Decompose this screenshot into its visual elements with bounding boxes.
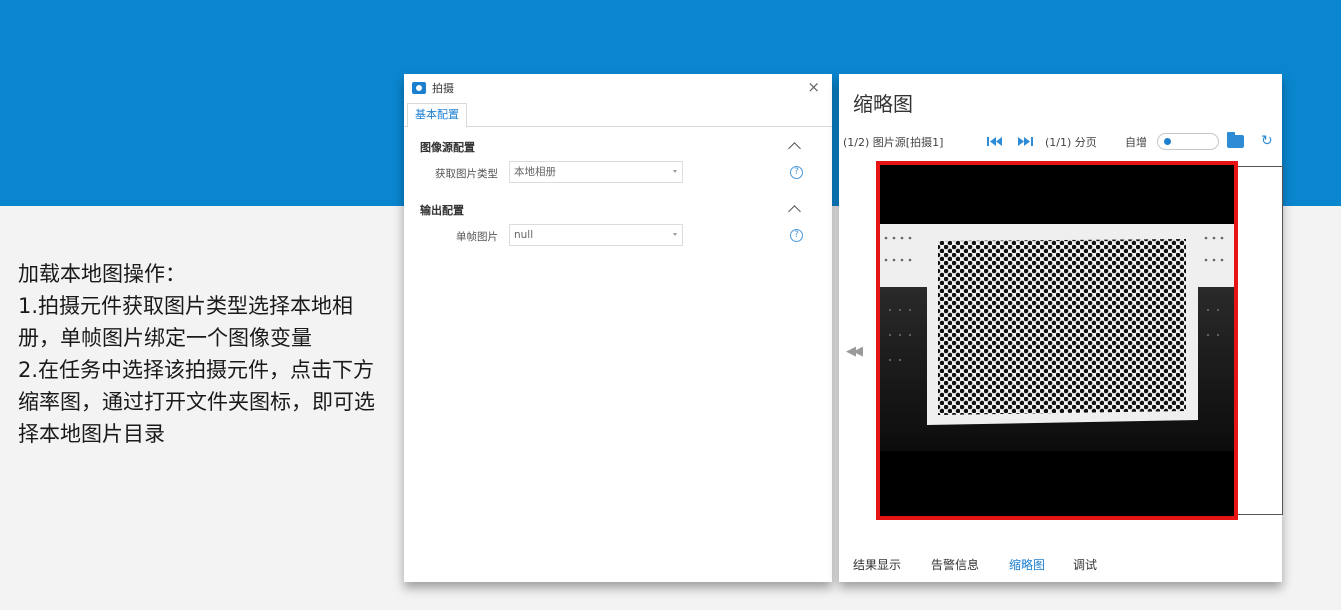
tab-results[interactable]: 结果显示 [853,556,901,573]
auto-increment-toggle[interactable] [1157,133,1219,150]
toggle-knob [1164,138,1171,145]
checkerboard-image [880,165,1234,516]
section-image-source-title: 图像源配置 [420,141,475,154]
tab-thumbnail[interactable]: 缩略图 [1009,556,1045,573]
field-label-image-type: 获取图片类型 [435,168,498,180]
thumbnail-image[interactable] [876,161,1238,520]
instruction-text: 加载本地图操作： 1.拍摄元件获取图片类型选择本地相册，单帧图片绑定一个图像变量… [18,262,375,446]
help-icon[interactable]: ? [790,166,803,179]
paging-indicator: (1/1) 分页 [1045,136,1097,149]
refresh-icon[interactable]: ↻ [1261,133,1273,149]
thumbnail-toolbar: (1/2) 图片源[拍摄1] (1/1) 分页 自增 ↻ [843,132,1279,151]
field-label-single-frame: 单帧图片 [456,231,498,243]
collapse-image-source-icon[interactable] [788,142,801,155]
tab-basic-config[interactable]: 基本配置 [407,103,467,128]
image-source-indicator: (1/2) 图片源[拍摄1] [843,136,944,149]
skip-first-icon[interactable] [986,136,1004,147]
chevron-down-icon [673,170,677,173]
dialog-title: 拍摄 [432,81,454,95]
close-icon[interactable]: × [807,79,820,95]
collapse-output-icon[interactable] [788,205,801,218]
capture-config-dialog: 拍摄 × 基本配置 图像源配置 获取图片类型 本地相册 ? 输出配置 单帧图片 … [404,74,832,582]
tab-alarms[interactable]: 告警信息 [931,556,979,573]
chevron-down-icon [673,233,677,236]
dialog-titlebar: 拍摄 × [404,74,832,101]
thumbnail-panel: 缩略图 (1/2) 图片源[拍摄1] (1/1) 分页 自增 ↻ ◀◀ 结果显示… [839,74,1283,582]
thumbnail-title: 缩略图 [853,92,913,116]
image-type-select-value: 本地相册 [514,166,556,178]
single-frame-select[interactable]: null [509,224,683,246]
tab-row: 基本配置 [404,101,832,128]
single-frame-select-value: null [514,229,534,241]
help-icon[interactable]: ? [790,229,803,242]
camera-icon [412,81,426,94]
skip-last-icon[interactable] [1016,136,1034,147]
image-type-select[interactable]: 本地相册 [509,161,683,183]
tab-debug[interactable]: 调试 [1073,556,1097,573]
auto-increment-label: 自增 [1125,136,1147,149]
open-folder-icon[interactable] [1227,132,1244,148]
previous-image-icon[interactable]: ◀◀ [846,344,863,359]
section-output-title: 输出配置 [420,204,464,217]
